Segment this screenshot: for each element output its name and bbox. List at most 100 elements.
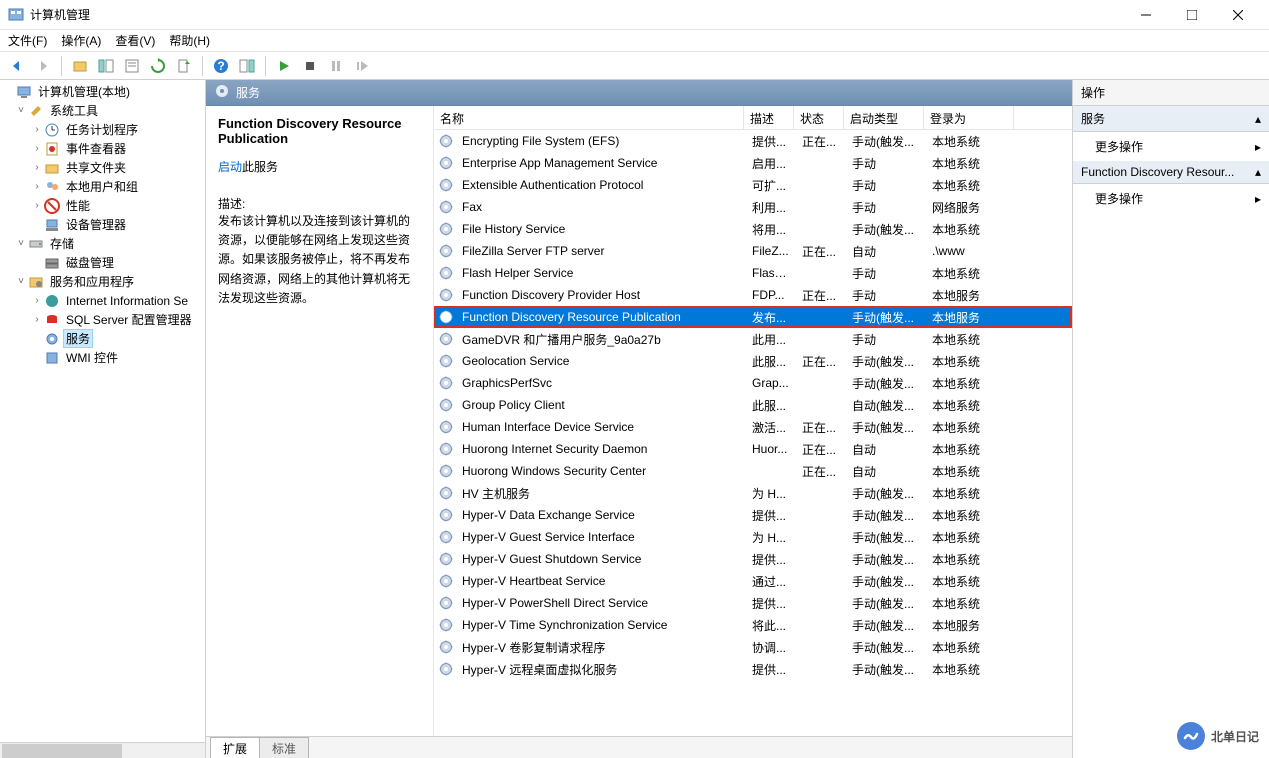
service-name: File History Service (456, 222, 746, 236)
service-row[interactable]: HV 主机服务为 H...手动(触发...本地系统 (434, 482, 1072, 504)
service-logon: 本地服务 (926, 287, 1016, 304)
service-startup: 手动(触发... (846, 507, 926, 524)
menu-view[interactable]: 查看(V) (115, 32, 155, 49)
service-desc: FileZ... (746, 244, 796, 258)
tree-task-scheduler[interactable]: ›任务计划程序 (0, 120, 205, 139)
service-row[interactable]: Hyper-V Heartbeat Service通过...手动(触发...本地… (434, 570, 1072, 592)
service-startup: 手动(触发... (846, 221, 926, 238)
service-desc: 可扩... (746, 177, 796, 194)
service-startup: 手动(触发... (846, 639, 926, 656)
up-button[interactable] (69, 55, 91, 77)
refresh-button[interactable] (147, 55, 169, 77)
service-row[interactable]: Flash Helper ServiceFlash...手动本地系统 (434, 262, 1072, 284)
properties-button[interactable] (121, 55, 143, 77)
service-name: Function Discovery Resource Publication (456, 310, 746, 324)
start-service-link[interactable]: 启动 (218, 160, 242, 174)
service-row[interactable]: Extensible Authentication Protocol可扩...手… (434, 174, 1072, 196)
forward-button[interactable] (32, 55, 54, 77)
service-row[interactable]: FileZilla Server FTP serverFileZ...正在...… (434, 240, 1072, 262)
service-row[interactable]: Hyper-V Data Exchange Service提供...手动(触发.… (434, 504, 1072, 526)
tree-local-users[interactable]: ›本地用户和组 (0, 177, 205, 196)
gear-icon (438, 375, 454, 391)
service-row[interactable]: Huorong Internet Security DaemonHuor...正… (434, 438, 1072, 460)
service-row[interactable]: Huorong Windows Security Center正在...自动本地… (434, 460, 1072, 482)
menubar: 文件(F) 操作(A) 查看(V) 帮助(H) (0, 30, 1269, 52)
close-button[interactable] (1215, 0, 1261, 30)
tree-services-apps[interactable]: ˅服务和应用程序 (0, 272, 205, 291)
service-row[interactable]: Hyper-V PowerShell Direct Service提供...手动… (434, 592, 1072, 614)
service-logon: 本地系统 (926, 419, 1016, 436)
col-status[interactable]: 状态 (794, 106, 844, 129)
service-row[interactable]: Function Discovery Provider HostFDP...正在… (434, 284, 1072, 306)
tab-standard[interactable]: 标准 (259, 737, 309, 758)
show-hide-tree-button[interactable] (95, 55, 117, 77)
service-row[interactable]: Hyper-V Guest Shutdown Service提供...手动(触发… (434, 548, 1072, 570)
back-button[interactable] (6, 55, 28, 77)
export-button[interactable] (173, 55, 195, 77)
action-more-1[interactable]: 更多操作▸ (1073, 132, 1269, 161)
menu-action[interactable]: 操作(A) (61, 32, 101, 49)
minimize-button[interactable] (1123, 0, 1169, 30)
show-actions-button[interactable] (236, 55, 258, 77)
service-row[interactable]: Hyper-V 远程桌面虚拟化服务提供...手动(触发...本地系统 (434, 658, 1072, 680)
service-name: Hyper-V Guest Shutdown Service (456, 552, 746, 566)
tree-storage[interactable]: ˅存储 (0, 234, 205, 253)
service-row[interactable]: Fax利用...手动网络服务 (434, 196, 1072, 218)
service-name: Encrypting File System (EFS) (456, 134, 746, 148)
tree-event-viewer[interactable]: ›事件查看器 (0, 139, 205, 158)
service-row[interactable]: Geolocation Service此服...正在...手动(触发...本地系… (434, 350, 1072, 372)
maximize-button[interactable] (1169, 0, 1215, 30)
col-desc[interactable]: 描述 (744, 106, 794, 129)
menu-help[interactable]: 帮助(H) (169, 32, 210, 49)
pause-service-button[interactable] (325, 55, 347, 77)
col-logon[interactable]: 登录为 (924, 106, 1014, 129)
menu-file[interactable]: 文件(F) (8, 32, 47, 49)
col-name[interactable]: 名称 (434, 106, 744, 129)
action-section-services[interactable]: 服务▴ (1073, 106, 1269, 132)
service-row[interactable]: Human Interface Device Service激活...正在...… (434, 416, 1072, 438)
service-list[interactable]: 名称 描述 状态 启动类型 登录为 Encrypting File System… (434, 106, 1072, 736)
service-row[interactable]: GraphicsPerfSvcGrap...手动(触发...本地系统 (434, 372, 1072, 394)
view-tabs: 扩展 标准 (206, 736, 1072, 758)
action-more-2[interactable]: 更多操作▸ (1073, 184, 1269, 213)
col-startup[interactable]: 启动类型 (844, 106, 924, 129)
service-row[interactable]: Hyper-V 卷影复制请求程序协调...手动(触发...本地系统 (434, 636, 1072, 658)
tree-performance[interactable]: ›性能 (0, 196, 205, 215)
service-row[interactable]: Function Discovery Resource Publication发… (434, 306, 1072, 328)
service-row[interactable]: Enterprise App Management Service启用...手动… (434, 152, 1072, 174)
tree-sql[interactable]: ›SQL Server 配置管理器 (0, 310, 205, 329)
gear-icon (438, 353, 454, 369)
service-desc: 提供... (746, 661, 796, 678)
tree-device-manager[interactable]: 设备管理器 (0, 215, 205, 234)
tree-pane[interactable]: 计算机管理(本地) ˅系统工具 ›任务计划程序 ›事件查看器 ›共享文件夹 ›本… (0, 80, 206, 758)
service-row[interactable]: Hyper-V Guest Service Interface为 H...手动(… (434, 526, 1072, 548)
service-logon: 本地系统 (926, 353, 1016, 370)
help-button[interactable]: ? (210, 55, 232, 77)
gear-icon (438, 595, 454, 611)
stop-service-button[interactable] (299, 55, 321, 77)
selected-service-name: Function Discovery Resource Publication (218, 116, 421, 146)
actions-pane: 操作 服务▴ 更多操作▸ Function Discovery Resour..… (1073, 80, 1269, 758)
gear-icon (44, 331, 60, 347)
tree-iis[interactable]: ›Internet Information Se (0, 291, 205, 310)
service-row[interactable]: Hyper-V Time Synchronization Service将此..… (434, 614, 1072, 636)
service-logon: 本地系统 (926, 507, 1016, 524)
tree-disk-management[interactable]: 磁盘管理 (0, 253, 205, 272)
tab-extended[interactable]: 扩展 (210, 737, 260, 758)
actions-header: 操作 (1073, 80, 1269, 106)
gear-icon (438, 397, 454, 413)
service-row[interactable]: GameDVR 和广播用户服务_9a0a27b此用...手动本地系统 (434, 328, 1072, 350)
tree-shared-folders[interactable]: ›共享文件夹 (0, 158, 205, 177)
start-service-button[interactable] (273, 55, 295, 77)
service-name: Function Discovery Provider Host (456, 288, 746, 302)
tree-system-tools[interactable]: ˅系统工具 (0, 101, 205, 120)
service-row[interactable]: Group Policy Client此服...自动(触发...本地系统 (434, 394, 1072, 416)
tree-root[interactable]: 计算机管理(本地) (0, 82, 205, 101)
service-row[interactable]: Encrypting File System (EFS)提供...正在...手动… (434, 130, 1072, 152)
action-section-selected[interactable]: Function Discovery Resour...▴ (1073, 161, 1269, 184)
tree-services[interactable]: 服务 (0, 329, 205, 348)
main-content: 计算机管理(本地) ˅系统工具 ›任务计划程序 ›事件查看器 ›共享文件夹 ›本… (0, 80, 1269, 758)
service-row[interactable]: File History Service将用...手动(触发...本地系统 (434, 218, 1072, 240)
tree-wmi[interactable]: WMI 控件 (0, 348, 205, 367)
restart-service-button[interactable] (351, 55, 373, 77)
